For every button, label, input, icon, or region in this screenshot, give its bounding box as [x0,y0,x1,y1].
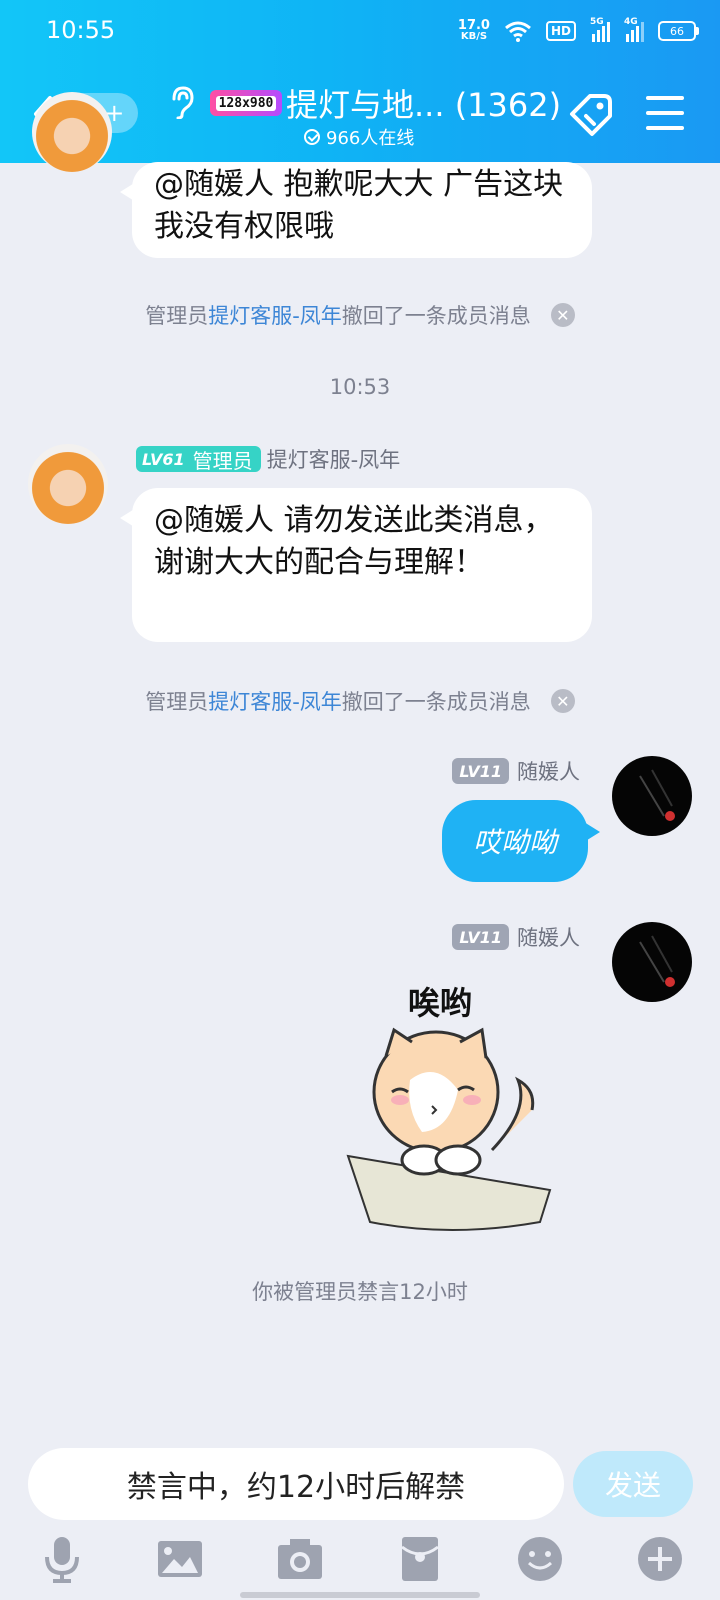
hd-badge: HD [545,21,576,41]
battery-level: 66 [670,24,684,38]
level-badge: LV11 [452,758,509,784]
message-bubble[interactable]: @随媛人 请勿发送此类消息，谢谢大大的配合与理解！ [120,488,592,642]
avatar[interactable] [612,756,692,836]
avatar-art [639,769,675,821]
emoji-icon[interactable] [514,1533,566,1585]
sender-name[interactable]: 随媛人 [517,756,580,786]
sender-row: LV11 随媛人 [452,922,580,952]
input-toolbar [0,1533,720,1593]
ear-icon[interactable] [166,85,196,119]
recall-notice: 管理员 提灯客服-凤年 撤回了一条成员消息 ✕ [0,686,720,716]
admin-name-link[interactable]: 提灯客服-凤年 [208,686,342,716]
close-icon[interactable]: ✕ [550,303,575,327]
timestamp: 10:53 [329,375,391,399]
message-bubble-self[interactable]: 哎呦呦 [442,800,600,882]
group-badge-text: 128x980 [215,95,277,111]
mute-notice: 你被管理员禁言12小时 [252,1280,468,1304]
notice-prefix: 管理员 [145,690,209,714]
sender-name[interactable]: 提灯客服-凤年 [267,444,401,474]
net-speed: 17.0 KB/S [457,18,490,42]
online-count-text: 966人在线 [326,128,415,149]
net-speed-value: 17.0 [457,18,490,33]
sender-row: LV61 管理员 提灯客服-凤年 [136,444,400,474]
group-title[interactable]: 提灯与地... (1362) [286,80,561,126]
avatar[interactable] [32,92,112,172]
notice-prefix: 管理员 [145,304,209,328]
tag-icon[interactable] [566,90,618,138]
message-input[interactable]: 禁言中，约12小时后解禁 [28,1448,564,1520]
menu-icon[interactable] [646,96,684,130]
home-indicator[interactable] [240,1592,480,1598]
notice-suffix: 撤回了一条成员消息 [341,690,531,714]
send-button[interactable]: 发送 [573,1451,693,1517]
status-icons: 17.0 KB/S HD 5G 4G 66 [457,16,699,46]
wifi-icon [505,21,531,42]
mic-icon[interactable] [36,1533,88,1585]
status-time: 10:55 [46,16,116,44]
camera-icon[interactable] [274,1533,326,1585]
notice-suffix: 撤回了一条成员消息 [341,304,531,328]
chat-screen: 10:55 17.0 KB/S HD 5G 4G 66 128x980 提灯与地… [0,0,720,1600]
sender-name[interactable]: 随媛人 [517,922,580,952]
admin-name-link[interactable]: 提灯客服-凤年 [208,300,342,330]
avatar[interactable] [612,922,692,1002]
sticker-caption: 唉哟 [408,984,473,1022]
level-badge: LV11 [452,924,509,950]
signal-5g-icon: 5G [590,17,610,42]
role-text: 管理员 [190,446,261,472]
online-count: 966人在线 [304,124,414,150]
avatar[interactable] [28,444,108,524]
close-icon[interactable]: ✕ [550,689,575,713]
level-badge: LV61 管理员 [136,446,261,472]
plus-icon[interactable] [634,1533,686,1585]
avatar-art [639,935,675,987]
check-circle-icon [304,129,320,145]
battery-icon: 66 [658,21,699,41]
recall-notice: 管理员 提灯客服-凤年 撤回了一条成员消息 ✕ [0,300,720,330]
image-icon[interactable] [154,1533,206,1585]
level-text: LV61 [136,446,191,472]
signal-5g-label: 5G [590,17,604,27]
net-speed-unit: KB/S [460,31,488,42]
message-bubble[interactable]: @随媛人 抱歉呢大大 广告这块我没有权限哦 [120,162,592,258]
red-packet-icon[interactable] [394,1533,446,1585]
group-level-badge: 128x980 [210,90,282,116]
sender-row: LV11 随媛人 [452,756,580,786]
signal-4g-label: 4G [624,17,638,27]
signal-4g-icon: 4G [624,17,644,42]
